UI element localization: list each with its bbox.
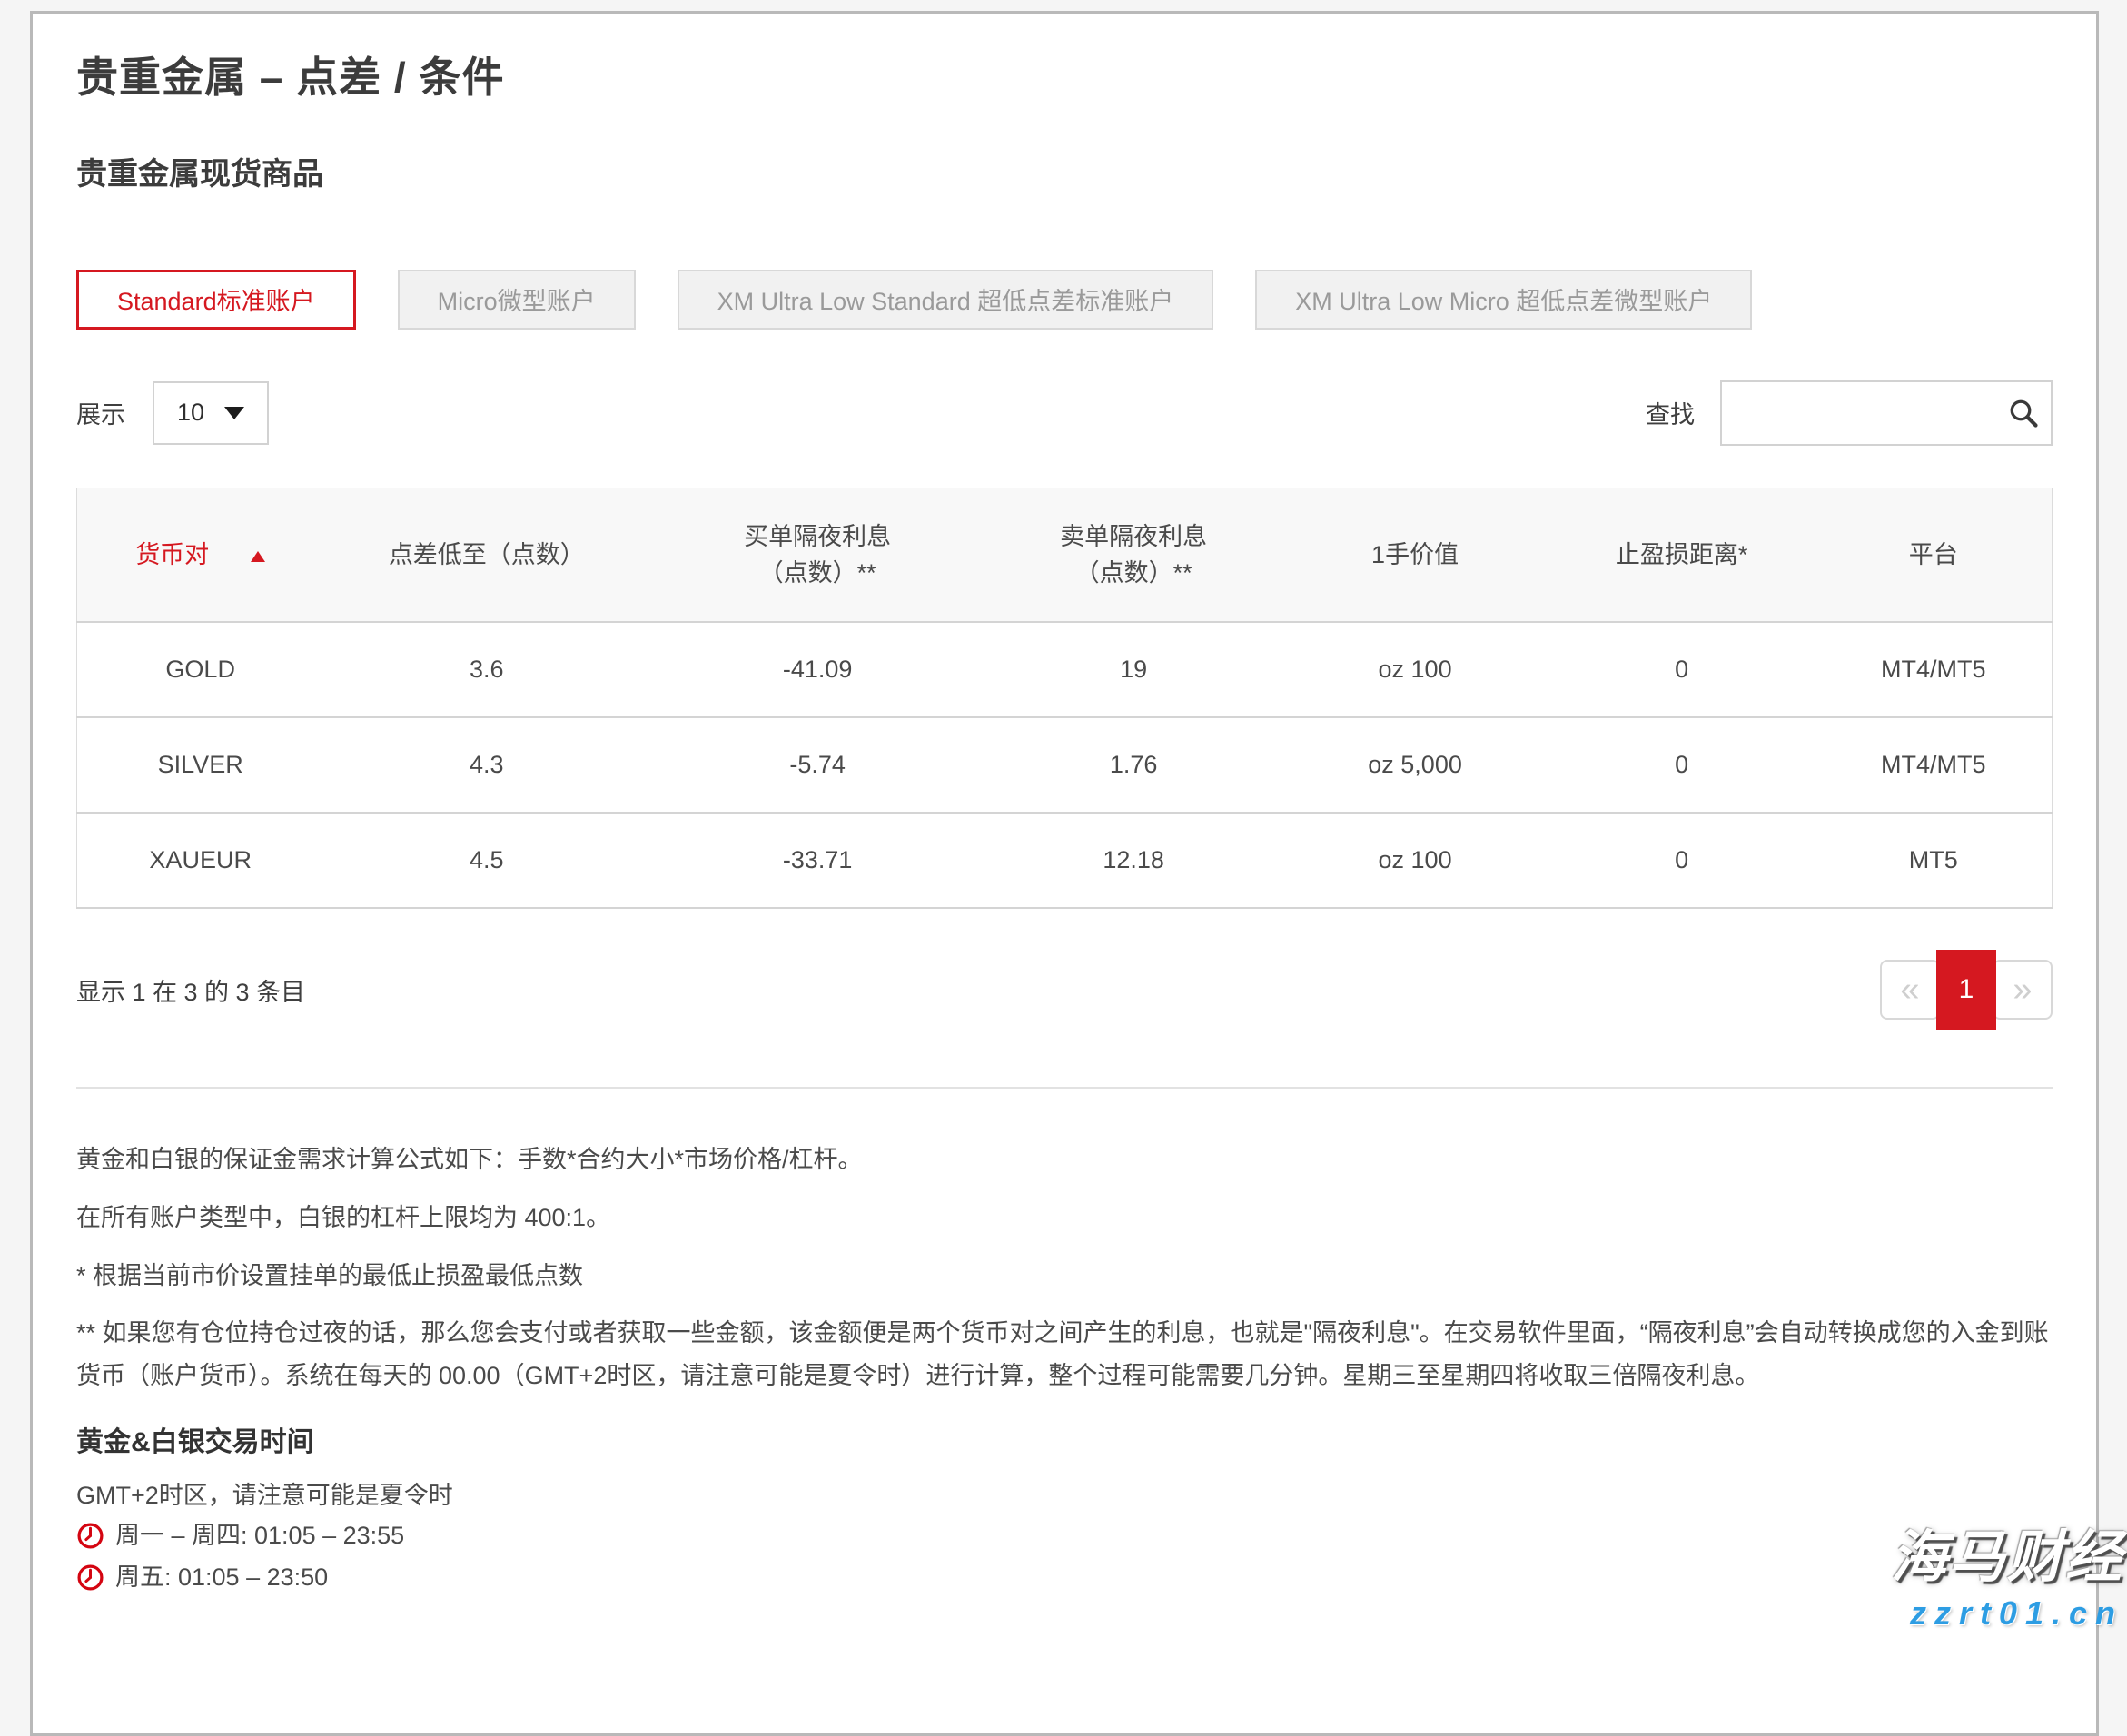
table-body: GOLD 3.6 -41.09 19 oz 100 0 MT4/MT5 SILV… [77,622,2053,908]
cell-swap-short: 1.76 [985,717,1281,813]
cell-lot-value: oz 5,000 [1281,717,1548,813]
search-group: 查找 [1646,380,2053,446]
tab-micro-account[interactable]: Micro微型账户 [398,270,636,330]
cell-pair: XAUEUR [77,813,324,908]
cell-platform: MT5 [1815,813,2053,908]
cell-platform: MT4/MT5 [1815,717,2053,813]
swap-explanation-note: ** 如果您有仓位持仓过夜的话，那么您会支付或者获取一些金额，该金额便是两个货币… [76,1312,2053,1397]
column-header-swap-short-line2: （点数）** [985,555,1281,591]
account-type-tabs: Standard标准账户 Micro微型账户 XM Ultra Low Stan… [76,270,2053,330]
search-input[interactable] [1720,380,2053,446]
cell-platform: MT4/MT5 [1815,622,2053,717]
cell-swap-long: -33.71 [649,813,985,908]
search-box [1720,380,2053,446]
cell-stop-level: 0 [1548,622,1815,717]
table-header: 货币对 点差低至（点数） 买单隔夜利息 （点数）** 卖单隔夜利息 （点数）**… [77,488,2053,622]
margin-formula-note: 黄金和白银的保证金需求计算公式如下：手数*合约大小*市场价格/杠杆。 [76,1138,2053,1181]
content-card: 贵重金属 – 点差 / 条件 贵重金属现货商品 Standard标准账户 Mic… [30,11,2099,1736]
table-row-silver: SILVER 4.3 -5.74 1.76 oz 5,000 0 MT4/MT5 [77,717,2053,813]
column-header-stop-level-label: 止盈损距离* [1616,541,1748,568]
section-divider [76,1087,2053,1089]
cell-stop-level: 0 [1548,717,1815,813]
column-header-spread[interactable]: 点差低至（点数） [323,488,649,622]
cell-spread: 4.5 [323,813,649,908]
silver-leverage-note: 在所有账户类型中，白银的杠杆上限均为 400:1。 [76,1196,2053,1239]
cell-swap-long: -5.74 [649,717,985,813]
entries-summary: 显示 1 在 3 的 3 条目 [76,972,305,1008]
column-header-swap-long-line1: 买单隔夜利息 [649,518,985,555]
column-header-swap-short[interactable]: 卖单隔夜利息 （点数）** [985,488,1281,622]
table-controls: 展示 10 查找 [76,380,2053,446]
cell-spread: 3.6 [323,622,649,717]
cell-pair: SILVER [77,717,324,813]
column-header-lot-value-label: 1手价值 [1371,541,1459,568]
pagination: « 1 » [1880,950,2053,1030]
cell-pair: GOLD [77,622,324,717]
cell-swap-short: 19 [985,622,1281,717]
page-size-value: 10 [177,399,204,427]
column-header-swap-long-line2: （点数）** [649,555,985,591]
cell-swap-long: -41.09 [649,622,985,717]
tab-standard-account[interactable]: Standard标准账户 [76,270,356,330]
page-size-select[interactable]: 10 [153,381,269,445]
cell-lot-value: oz 100 [1281,813,1548,908]
table-row-xaueur: XAUEUR 4.5 -33.71 12.18 oz 100 0 MT5 [77,813,2053,908]
trading-hours-friday: 周五: 01:05 – 23:50 [76,1559,2053,1595]
table-footer: 显示 1 在 3 的 3 条目 « 1 » [76,949,2053,1031]
footnotes: 黄金和白银的保证金需求计算公式如下：手数*合约大小*市场价格/杠杆。 在所有账户… [76,1138,2053,1595]
column-header-pair-label: 货币对 [135,541,209,568]
trading-hours-heading: 黄金&白银交易时间 [76,1419,2053,1459]
stop-level-note: * 根据当前市价设置挂单的最低止损盈最低点数 [76,1254,2053,1297]
table-header-row: 货币对 点差低至（点数） 买单隔夜利息 （点数）** 卖单隔夜利息 （点数）**… [77,488,2053,622]
column-header-lot-value[interactable]: 1手价值 [1281,488,1548,622]
sort-ascending-icon [251,551,265,562]
chevron-down-icon [224,407,244,419]
clock-icon [76,1563,104,1592]
column-header-platform-label: 平台 [1909,541,1958,568]
timezone-note: GMT+2时区，请注意可能是夏令时 [76,1479,2053,1512]
clock-icon [76,1522,104,1550]
trading-hours-weekday-label: 周一 – 周四: 01:05 – 23:55 [115,1517,404,1554]
search-icon [2007,397,2040,429]
instruments-table: 货币对 点差低至（点数） 买单隔夜利息 （点数）** 卖单隔夜利息 （点数）**… [76,488,2053,910]
search-label: 查找 [1646,395,1695,430]
cell-swap-short: 12.18 [985,813,1281,908]
tab-ultra-low-standard-account[interactable]: XM Ultra Low Standard 超低点差标准账户 [678,270,1214,330]
trading-hours-friday-label: 周五: 01:05 – 23:50 [115,1559,328,1595]
cell-spread: 4.3 [323,717,649,813]
column-header-platform[interactable]: 平台 [1815,488,2053,622]
cell-stop-level: 0 [1548,813,1815,908]
column-header-swap-short-line1: 卖单隔夜利息 [985,518,1281,555]
column-header-swap-long[interactable]: 买单隔夜利息 （点数）** [649,488,985,622]
pagination-page-1-button[interactable]: 1 [1936,950,1996,1030]
pagination-next-button[interactable]: » [1993,960,2053,1020]
trading-hours-weekday: 周一 – 周四: 01:05 – 23:55 [76,1517,2053,1554]
column-header-pair[interactable]: 货币对 [77,488,324,622]
cell-lot-value: oz 100 [1281,622,1548,717]
pagination-prev-button[interactable]: « [1880,960,1940,1020]
page-title: 贵重金属 – 点差 / 条件 [76,54,2053,102]
column-header-stop-level[interactable]: 止盈损距离* [1548,488,1815,622]
show-label: 展示 [76,395,125,430]
tab-ultra-low-micro-account[interactable]: XM Ultra Low Micro 超低点差微型账户 [1255,270,1752,330]
page-size-group: 展示 10 [76,381,269,445]
table-row-gold: GOLD 3.6 -41.09 19 oz 100 0 MT4/MT5 [77,622,2053,717]
section-subtitle: 贵重金属现货商品 [76,149,2053,193]
column-header-spread-label: 点差低至（点数） [389,541,585,568]
